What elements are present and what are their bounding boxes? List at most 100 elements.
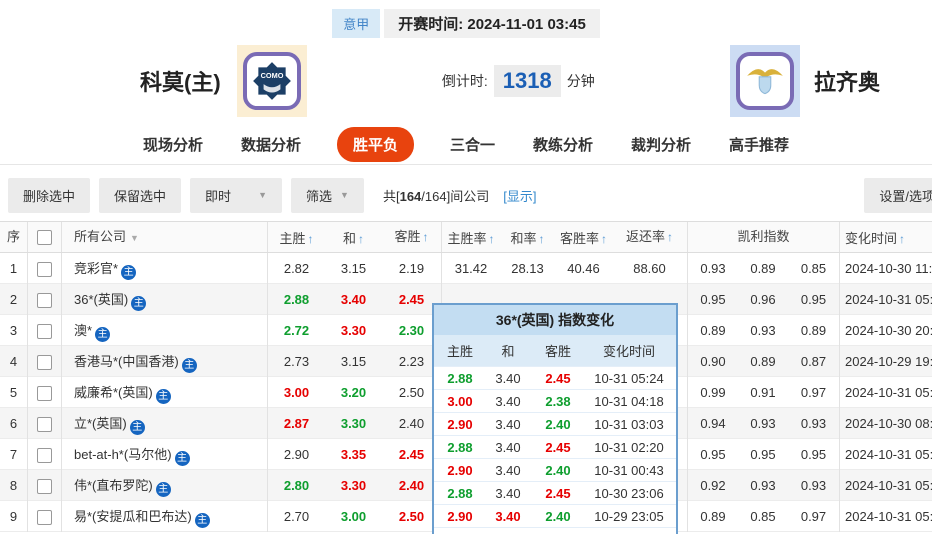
draw-odds: 3.15 [340, 261, 367, 276]
tab-three-in-one[interactable]: 三合一 [448, 128, 497, 161]
header-home-odds[interactable]: 主胜 ↑ [268, 228, 325, 247]
como-crest-icon: COMO [242, 52, 301, 110]
company-name[interactable]: 伟*(直布罗陀) [74, 478, 153, 493]
company-name[interactable]: 澳* [74, 323, 92, 338]
kelly-2: 0.89 [750, 354, 776, 369]
chevron-down-icon: ▼ [340, 190, 349, 200]
company-cell: 竞彩官* 主 [62, 253, 268, 284]
row-checkbox[interactable] [37, 293, 52, 309]
row-checkbox-cell [28, 315, 62, 346]
tab-data-analysis[interactable]: 数据分析 [239, 128, 303, 161]
popup-row: 2.88 3.40 2.45 10-31 02:20 [434, 435, 676, 458]
tab-referee-analysis[interactable]: 裁判分析 [629, 128, 693, 161]
popup-draw-odds: 3.40 [495, 393, 521, 409]
company-name[interactable]: 立*(英国) [74, 416, 127, 431]
delete-selected-button[interactable]: 删除选中 [8, 177, 91, 213]
draw-odds: 3.20 [340, 385, 367, 400]
header-draw-rate[interactable]: 和率 ↑ [500, 228, 555, 247]
home-odds: 2.90 [283, 447, 310, 462]
row-checkbox[interactable] [37, 386, 52, 402]
popup-home-odds: 2.88 [447, 485, 473, 501]
row-checkbox[interactable] [37, 479, 52, 495]
popup-home-odds: 2.88 [447, 370, 473, 386]
kelly-2: 0.85 [750, 509, 776, 524]
league-badge[interactable]: 意甲 [332, 9, 381, 38]
tab-coach-analysis[interactable]: 教练分析 [531, 128, 595, 161]
odds-change-popup: 36*(英国) 指数变化 主胜 和 客胜 变化时间 2.88 3.40 2.45 10… [432, 303, 678, 534]
company-cell: bet-at-h*(马尔他) 主 [62, 439, 268, 470]
header-return-rate[interactable]: 返还率 ↑ [612, 222, 688, 252]
home-rate: 31.42 [454, 261, 488, 276]
kelly-1: 0.94 [700, 416, 726, 431]
header-away-rate[interactable]: 客胜率 ↑ [555, 228, 612, 247]
company-name[interactable]: 威廉希*(英国) [74, 385, 153, 400]
popup-row: 2.88 3.40 2.45 10-30 23:06 [434, 481, 676, 504]
row-checkbox[interactable] [37, 448, 52, 464]
away-team-logo-icon [730, 45, 800, 117]
kickoff-time: 开赛时间: 2024-11-01 03:45 [384, 9, 600, 38]
row-checkbox-cell [28, 408, 62, 439]
kelly-1: 0.99 [700, 385, 726, 400]
change-time: 2024-10-30 08:15 [845, 416, 932, 431]
header-change-time[interactable]: 变化时间 ↑ [840, 228, 932, 247]
count-number: 164 [399, 188, 422, 204]
company-name[interactable]: 易*(安提瓜和巴布达) [74, 509, 192, 524]
popup-draw-odds: 3.40 [495, 508, 521, 524]
show-link[interactable]: [显示] [503, 186, 536, 205]
instant-dropdown[interactable]: 即时 ▼ [190, 177, 283, 213]
popup-away-odds: 2.45 [545, 485, 571, 501]
chevron-down-icon: ▼ [258, 190, 268, 200]
popup-home-odds: 2.90 [447, 416, 473, 432]
settings-button[interactable]: 设置/选项 [864, 177, 932, 213]
row-checkbox-cell [28, 284, 62, 315]
home-badge-icon: 主 [131, 296, 147, 311]
popup-row: 2.90 3.40 2.40 10-29 23:05 [434, 504, 676, 527]
popup-header-away: 客胜 [544, 344, 571, 359]
svg-text:COMO: COMO [260, 71, 283, 80]
sort-up-icon: ↑ [422, 230, 429, 244]
company-name[interactable]: 36*(英国) [74, 292, 128, 307]
header-company-label: 所有公司 [74, 229, 127, 244]
tab-expert-picks[interactable]: 高手推荐 [727, 128, 791, 161]
countdown: 倒计时: 1318 分钟 [442, 65, 595, 97]
kelly-3: 0.95 [788, 439, 840, 470]
home-odds: 3.00 [283, 385, 310, 400]
kelly-3: 0.85 [788, 253, 840, 284]
popup-header-time: 变化时间 [602, 344, 655, 359]
company-name[interactable]: 香港马*(中国香港) [74, 354, 179, 369]
header-seq: 序 [0, 222, 28, 252]
header-away-odds[interactable]: 客胜 ↑ [382, 222, 442, 252]
row-checkbox[interactable] [37, 510, 52, 526]
company-name[interactable]: 竞彩官* [74, 261, 118, 276]
row-checkbox[interactable] [37, 324, 52, 340]
odds-comparison-page: 意甲 开赛时间: 2024-11-01 03:45 科莫(主) COMO 倒计时… [0, 9, 932, 534]
kelly-1: 0.95 [700, 447, 726, 462]
kelly-1: 0.89 [700, 323, 726, 338]
company-cell: 伟*(直布罗陀) 主 [62, 470, 268, 501]
kelly-3: 0.87 [788, 346, 840, 377]
draw-odds: 3.15 [340, 354, 367, 369]
header-home-rate[interactable]: 主胜率 ↑ [442, 228, 500, 247]
count-suffix: /164]间公司 [421, 188, 490, 204]
keep-selected-button[interactable]: 保留选中 [99, 177, 182, 213]
sort-up-icon: ↑ [358, 231, 364, 246]
tab-win-draw-lose[interactable]: 胜平负 [336, 127, 414, 162]
popup-draw-odds: 3.40 [495, 439, 521, 455]
row-checkbox[interactable] [37, 262, 52, 278]
kelly-1: 0.92 [700, 478, 726, 493]
row-checkbox[interactable] [37, 417, 52, 433]
popup-away-odds: 2.45 [545, 439, 571, 455]
header-draw-odds[interactable]: 和 ↑ [325, 228, 382, 247]
tab-live-analysis[interactable]: 现场分析 [141, 128, 205, 161]
row-checkbox[interactable] [37, 355, 52, 371]
change-time: 2024-10-31 05:25 [845, 292, 932, 307]
header-company[interactable]: 所有公司 ▼ [62, 222, 268, 252]
row-seq: 4 [0, 346, 28, 377]
filter-dropdown[interactable]: 筛选 ▼ [291, 177, 364, 213]
change-time: 2024-10-31 05:39 [845, 509, 932, 524]
select-all-checkbox[interactable] [37, 230, 52, 246]
kelly-3: 0.93 [788, 408, 840, 439]
header-home-rate-label: 主胜率 [447, 230, 487, 246]
header-select-all [28, 222, 62, 252]
company-name[interactable]: bet-at-h*(马尔他) [74, 447, 172, 462]
